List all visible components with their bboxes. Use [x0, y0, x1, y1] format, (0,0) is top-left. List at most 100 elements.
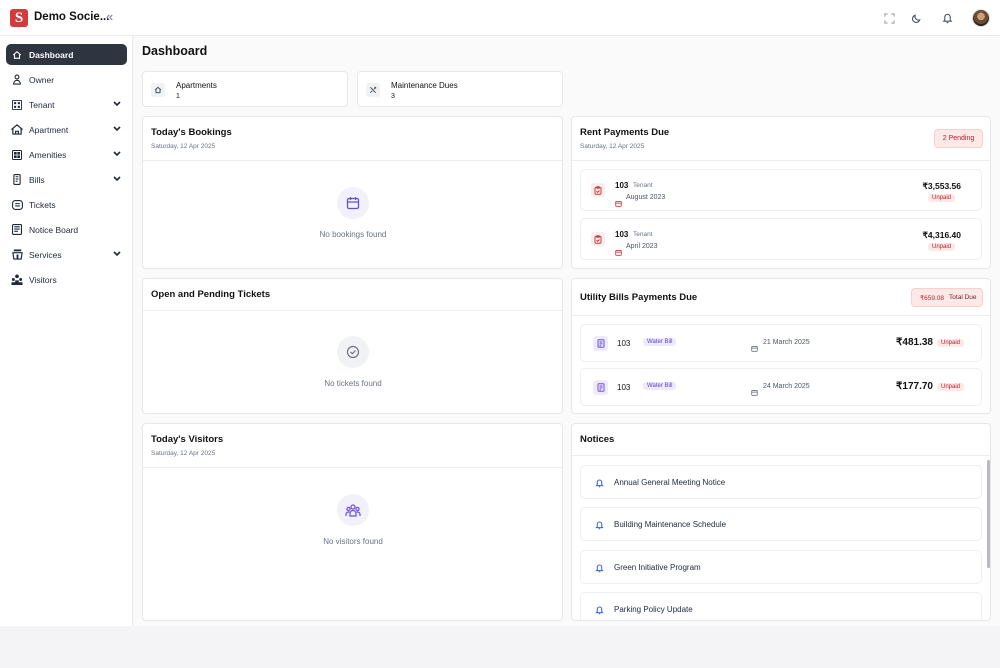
dark-mode-icon[interactable] [909, 11, 923, 25]
page-title: Dashboard [142, 44, 208, 58]
notice-item[interactable]: Annual General Meeting Notice [580, 465, 982, 499]
sidebar-item-amenities[interactable]: Amenities [6, 144, 127, 165]
unit-number: 103 [617, 339, 631, 348]
phone-bill-icon [11, 174, 23, 186]
sidebar-item-dashboard[interactable]: Dashboard [6, 44, 127, 65]
sidebar-item-label: Services [29, 249, 62, 260]
sidebar-item-label: Owner [29, 74, 55, 85]
notice-item[interactable]: Building Maintenance Schedule [580, 507, 982, 541]
sidebar-item-services[interactable]: Services [6, 244, 127, 265]
chevron-down-icon[interactable] [113, 174, 121, 184]
chevron-down-icon[interactable] [113, 124, 121, 134]
divider [572, 455, 990, 456]
role-label: Tenant [633, 182, 653, 189]
sidebar-item-label: Tickets [29, 199, 56, 210]
notice-title: Building Maintenance Schedule [614, 520, 727, 529]
sidebar-item-apartment[interactable]: Apartment [6, 119, 127, 140]
calendar-icon [751, 339, 758, 357]
status-badge: Unpaid [937, 383, 965, 391]
card-title: Today's Visitors [151, 434, 224, 445]
stat-card-maintenance-dues[interactable]: Maintenance Dues 3 [357, 71, 563, 107]
sidebar-item-owner[interactable]: Owner [6, 69, 127, 90]
chevron-down-icon[interactable] [113, 149, 121, 159]
sidebar: Dashboard Owner Tenant Apartment Ameniti… [0, 36, 133, 626]
stat-label: Maintenance Dues [391, 81, 458, 90]
amount: ₹177.70 [896, 381, 933, 392]
sidebar-item-label: Dashboard [29, 49, 74, 60]
brand-name[interactable]: Demo Socie... [34, 11, 109, 23]
stat-value: 1 [176, 93, 180, 100]
total-due-amount: ₹659.08 [920, 294, 945, 302]
notice-item[interactable]: Parking Policy Update [580, 592, 982, 620]
sidebar-item-tickets[interactable]: Tickets [6, 194, 127, 215]
clipboard-icon [591, 232, 605, 246]
due-month: August 2023 [626, 194, 666, 201]
sidebar-item-notice-board[interactable]: Notice Board [6, 219, 127, 240]
amenities-icon [11, 149, 23, 161]
utility-bill-row[interactable]: 103 Water Bill 21 March 2025 ₹481.38 Unp… [580, 324, 982, 362]
divider [143, 160, 562, 161]
bell-icon [593, 604, 605, 616]
visitors-card: Today's Visitors Saturday, 12 Apr 2025 N… [142, 423, 563, 621]
utility-bills-card: Utility Bills Payments Due ₹659.08 Total… [571, 278, 991, 414]
card-title: Open and Pending Tickets [151, 289, 271, 300]
bill-type-badge: Water Bill [643, 382, 677, 390]
notice-title: Annual General Meeting Notice [614, 478, 726, 487]
unit-number: 103 [617, 383, 631, 392]
sidebar-item-label: Visitors [29, 274, 57, 285]
rent-row[interactable]: 103 Tenant August 2023 ₹3,553.56 Unpaid [580, 169, 982, 211]
rent-payments-card: Rent Payments Due Saturday, 12 Apr 2025 … [571, 116, 991, 269]
footer-area [0, 626, 1000, 668]
bill-date: 24 March 2025 [763, 383, 810, 390]
card-title: Today's Bookings [151, 127, 232, 138]
notification-bell-icon[interactable] [940, 11, 954, 25]
bill-icon [593, 380, 608, 395]
check-circle-icon [337, 336, 369, 368]
card-title: Utility Bills Payments Due [580, 292, 698, 303]
bill-date: 21 March 2025 [763, 339, 810, 346]
visitors-group-icon [337, 494, 369, 526]
tickets-card: Open and Pending Tickets No tickets foun… [142, 278, 563, 414]
chevron-down-icon[interactable] [113, 99, 121, 109]
collapse-sidebar-icon[interactable]: « [106, 9, 113, 24]
sidebar-item-label: Amenities [29, 149, 67, 160]
chevron-down-icon[interactable] [113, 249, 121, 259]
status-badge: Unpaid [927, 194, 955, 202]
amount: ₹3,553.56 [922, 181, 962, 191]
clipboard-icon [591, 183, 605, 197]
calendar-icon [337, 187, 369, 219]
amount: ₹481.38 [896, 337, 933, 348]
visitors-icon [11, 274, 23, 286]
card-title: Notices [580, 434, 615, 445]
tools-icon [366, 83, 380, 97]
empty-message: No bookings found [319, 230, 387, 239]
rent-row[interactable]: 103 Tenant April 2023 ₹4,316.40 Unpaid [580, 218, 982, 260]
notice-board-icon [11, 224, 23, 236]
sidebar-item-label: Bills [29, 174, 45, 185]
stat-card-apartments[interactable]: Apartments 1 [142, 71, 348, 107]
utility-bill-row[interactable]: 103 Water Bill 24 March 2025 ₹177.70 Unp… [580, 368, 982, 406]
sidebar-item-visitors[interactable]: Visitors [6, 269, 127, 290]
notices-card: Notices Annual General Meeting Notice Bu… [571, 423, 991, 621]
status-badge: Unpaid [937, 339, 965, 347]
card-date: Saturday, 12 Apr 2025 [151, 450, 216, 457]
divider [572, 160, 990, 161]
card-date: Saturday, 12 Apr 2025 [151, 143, 216, 150]
notices-scrollbar[interactable] [987, 460, 990, 568]
app-logo[interactable]: S [10, 9, 28, 27]
notice-item[interactable]: Green Initiative Program [580, 550, 982, 584]
unit-number: 103 [615, 181, 629, 190]
divider [143, 467, 562, 468]
sidebar-item-tenant[interactable]: Tenant [6, 94, 127, 115]
ticket-icon [11, 199, 23, 211]
bell-icon [593, 519, 605, 531]
sidebar-item-bills[interactable]: Bills [6, 169, 127, 190]
user-avatar[interactable] [972, 9, 990, 27]
role-label: Tenant [633, 231, 653, 238]
card-title: Rent Payments Due [580, 127, 670, 138]
amount: ₹4,316.40 [922, 230, 962, 240]
divider [572, 315, 990, 316]
fullscreen-icon[interactable] [882, 11, 896, 25]
status-badge: Unpaid [927, 243, 955, 251]
total-due-label: Total Due [949, 294, 977, 301]
